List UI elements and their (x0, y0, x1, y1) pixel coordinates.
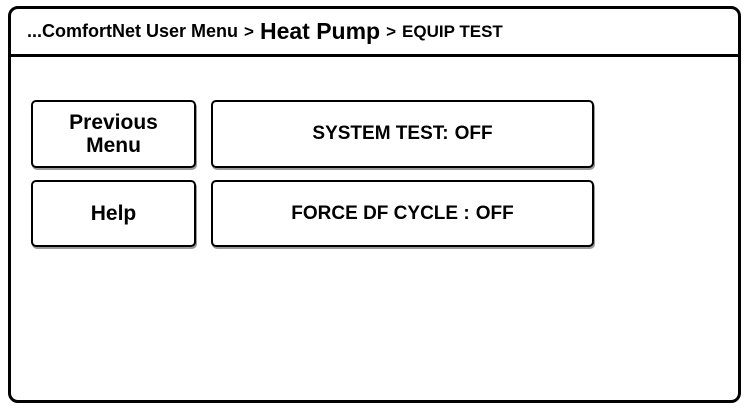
previous-menu-button[interactable]: Previous Menu (31, 100, 196, 168)
system-test-button[interactable]: SYSTEM TEST: OFF (211, 100, 594, 168)
system-test-label: SYSTEM TEST: (312, 123, 449, 144)
force-df-cycle-button[interactable]: FORCE DF CYCLE : OFF (211, 180, 594, 247)
help-label: Help (90, 201, 137, 225)
breadcrumb-heat-pump[interactable]: Heat Pump (260, 18, 380, 45)
breadcrumb-current-page: EQUIP TEST (402, 21, 503, 41)
thermostat-screen: ...ComfortNet User Menu > Heat Pump > EQ… (8, 6, 741, 403)
breadcrumb-separator: > (386, 21, 397, 41)
system-test-value: OFF (454, 123, 493, 144)
force-df-cycle-value: OFF (475, 202, 514, 224)
breadcrumb-separator: > (244, 21, 254, 41)
breadcrumb: ...ComfortNet User Menu > Heat Pump > EQ… (11, 9, 738, 57)
previous-menu-label-line2: Menu (86, 134, 141, 157)
breadcrumb-root[interactable]: ...ComfortNet User Menu (27, 21, 238, 42)
previous-menu-label-line1: Previous (69, 110, 158, 134)
force-df-cycle-label: FORCE DF CYCLE : (291, 202, 470, 224)
help-button[interactable]: Help (31, 180, 196, 247)
